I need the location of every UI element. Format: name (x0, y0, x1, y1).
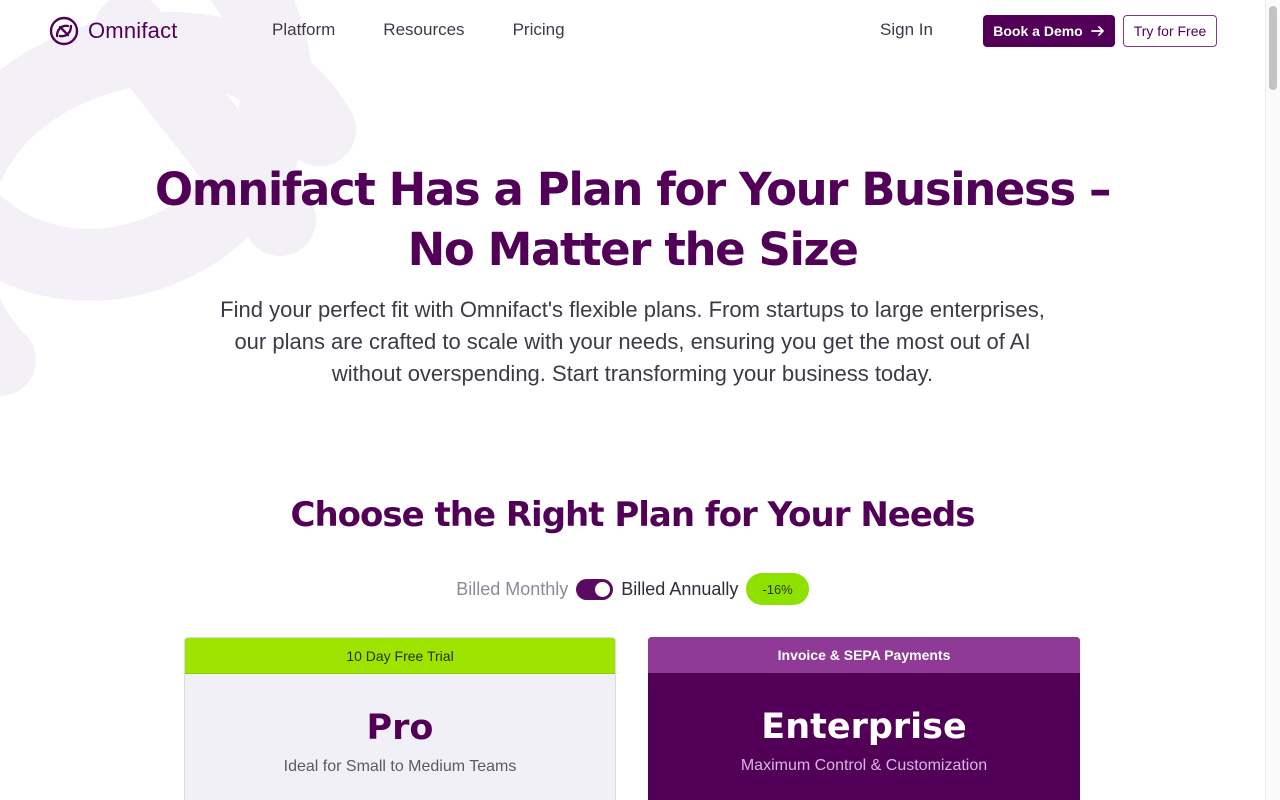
plan-banner: Invoice & SEPA Payments (648, 637, 1080, 673)
scrollbar-thumb[interactable] (1269, 6, 1277, 90)
page: Omnifact Platform Resources Pricing Sign… (0, 0, 1280, 800)
hero-title: Omnifact Has a Plan for Your Business – … (133, 160, 1133, 280)
plan-name: Enterprise (761, 707, 967, 747)
try-free-button[interactable]: Try for Free (1123, 15, 1217, 47)
logo-text: Omnifact (88, 18, 178, 43)
plans-section-title: Choose the Right Plan for Your Needs (290, 495, 976, 535)
arrow-right-icon (1090, 26, 1104, 36)
sign-in-link[interactable]: Sign In (880, 20, 933, 40)
billing-toggle[interactable] (576, 578, 614, 600)
hero-subtitle: Find your perfect fit with Omnifact's fl… (188, 294, 1078, 390)
hero-subtitle-line-2: our plans are crafted to scale with your… (234, 329, 1031, 354)
plan-banner: 10 Day Free Trial (185, 638, 615, 674)
book-demo-button[interactable]: Book a Demo (983, 15, 1115, 47)
main-nav: Platform Resources Pricing (272, 20, 565, 40)
nav-pricing[interactable]: Pricing (513, 20, 565, 40)
site-header: Omnifact Platform Resources Pricing Sign… (0, 0, 1265, 64)
billing-toggle-knob (595, 581, 611, 597)
plan-description: Ideal for Small to Medium Teams (283, 758, 517, 775)
logo-link[interactable]: Omnifact (48, 15, 178, 47)
omnifact-logo-icon (49, 16, 79, 46)
hero-section: Omnifact Has a Plan for Your Business – … (0, 160, 1265, 390)
book-demo-label: Book a Demo (993, 23, 1083, 39)
hero-subtitle-line-1: Find your perfect fit with Omnifact's fl… (220, 297, 1045, 322)
plan-card-enterprise: Invoice & SEPA Payments Enterprise Maxim… (648, 637, 1080, 800)
billed-monthly-label[interactable]: Billed Monthly (456, 579, 568, 600)
page-scrollbar[interactable] (1265, 0, 1280, 800)
hero-title-line-2: No Matter the Size (407, 223, 859, 276)
nav-platform[interactable]: Platform (272, 20, 335, 40)
plan-card-pro: 10 Day Free Trial Pro Ideal for Small to… (184, 637, 616, 800)
nav-resources[interactable]: Resources (383, 20, 464, 40)
billed-annually-label[interactable]: Billed Annually (621, 579, 738, 600)
hero-subtitle-line-3: without overspending. Start transforming… (331, 361, 934, 386)
discount-badge: -16% (746, 573, 809, 605)
billing-toggle-group: Billed Monthly Billed Annually -16% (0, 573, 1265, 605)
hero-title-line-1: Omnifact Has a Plan for Your Business – (154, 163, 1112, 216)
try-free-label: Try for Free (1133, 23, 1207, 39)
plan-description: Maximum Control & Customization (740, 757, 988, 774)
plan-name: Pro (366, 708, 434, 748)
